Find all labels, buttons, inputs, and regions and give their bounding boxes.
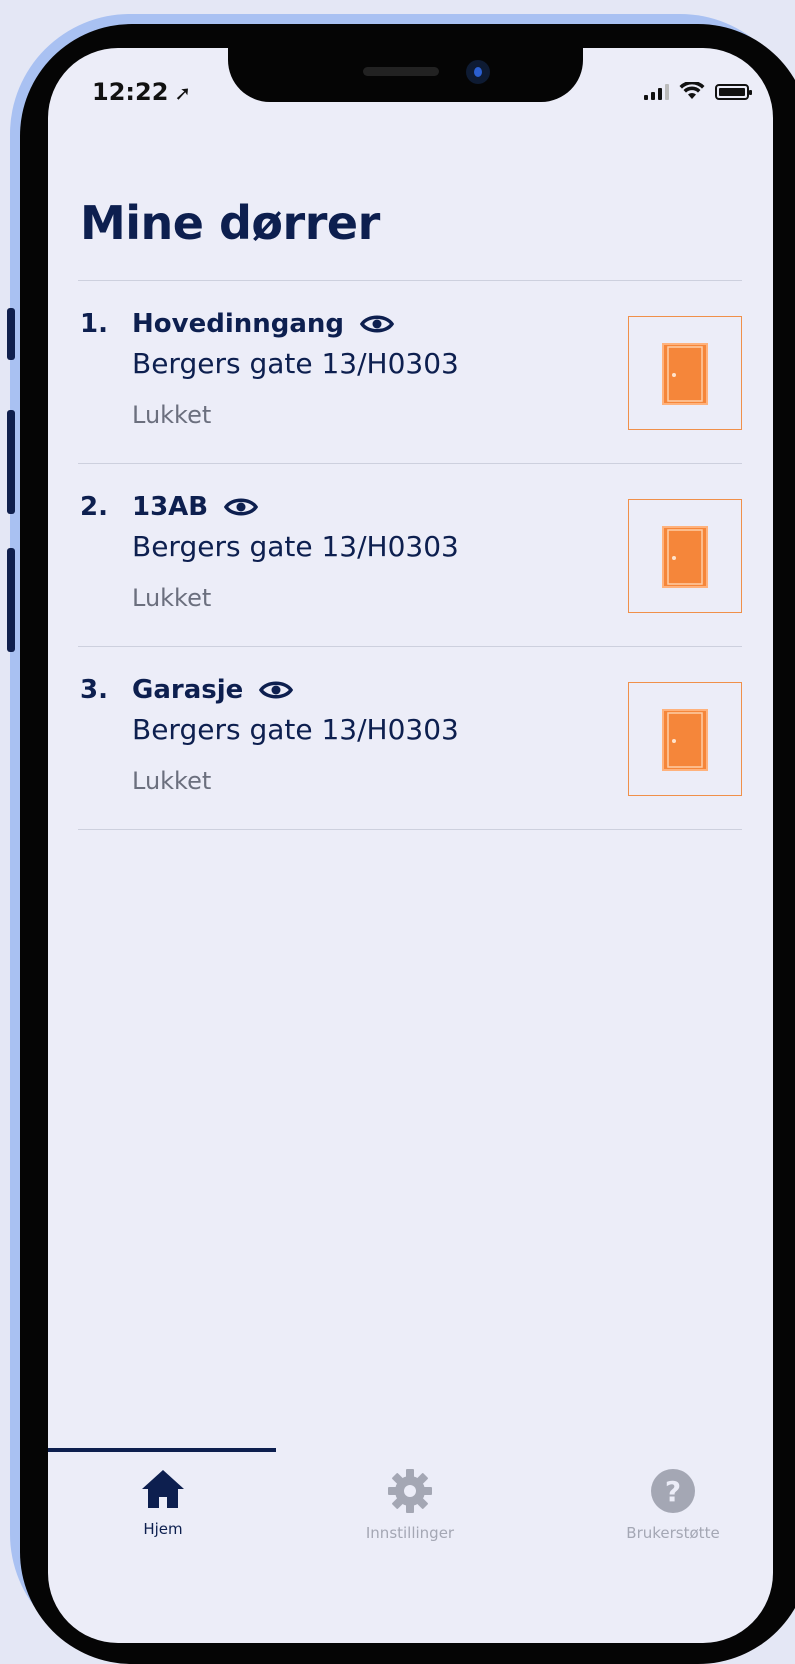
open-door-button[interactable] [628,682,742,796]
volume-down-button [7,548,15,652]
door-index: 1. [80,309,108,339]
clock-text: 12:22 [92,78,169,106]
door-name: Hovedinngang [132,309,345,339]
open-door-button[interactable] [628,316,742,430]
door-status: Lukket [132,767,212,795]
door-name-row: 13AB [132,492,259,522]
door-status: Lukket [132,401,212,429]
door-item-garasje: 3. Garasje Bergers gate 13/H0303 Lukket [78,647,742,829]
help-icon: ? [651,1469,695,1513]
gear-icon [388,1469,432,1513]
page-title: Mine dørrer [80,196,380,250]
door-icon [662,526,708,588]
door-address: Bergers gate 13/H0303 [132,713,459,746]
battery-icon [715,84,752,100]
door-index: 2. [80,492,108,522]
status-bar-icons [644,82,752,100]
tab-support[interactable]: ? Brukerstøtte [593,1468,753,1542]
wifi-icon [679,82,705,99]
eye-icon[interactable] [259,679,294,701]
door-name: 13AB [132,492,209,522]
door-name-row: Garasje [132,675,294,705]
volume-up-button [7,410,15,514]
tab-label: Hjem [143,1520,183,1538]
door-address: Bergers gate 13/H0303 [132,347,459,380]
door-list: 1. Hovedinngang Bergers gate 13/H0303 Lu… [78,280,742,830]
app-screen: 12:22 ➚ Mine dørrer 1. Hovedinngang Berge… [48,48,773,1643]
cellular-signal-icon [644,84,669,100]
front-camera [466,60,490,84]
open-door-button[interactable] [628,499,742,613]
door-address: Bergers gate 13/H0303 [132,530,459,563]
eye-icon[interactable] [224,496,259,518]
divider [78,829,742,830]
status-bar-time: 12:22 ➚ [92,78,191,106]
home-icon [142,1470,184,1508]
svg-text:?: ? [665,1475,681,1508]
door-name-row: Hovedinngang [132,309,395,339]
tab-label: Brukerstøtte [626,1524,720,1542]
door-icon [662,709,708,771]
mute-switch [7,308,15,360]
door-index: 3. [80,675,108,705]
door-name: Garasje [132,675,244,705]
door-icon [662,343,708,405]
tab-label: Innstillinger [365,1524,455,1542]
tab-settings[interactable]: Innstillinger [330,1468,490,1542]
eye-icon[interactable] [360,313,395,335]
notch [228,48,583,102]
tab-home[interactable]: Hjem [83,1468,243,1538]
active-tab-indicator [48,1448,276,1452]
location-arrow-icon: ➚ [174,81,192,105]
door-status: Lukket [132,584,212,612]
tab-bar: Hjem Innstillinger ? Brukerstøtte [48,1448,773,1643]
door-item-13ab: 2. 13AB Bergers gate 13/H0303 Lukket [78,464,742,646]
door-item-hovedinngang: 1. Hovedinngang Bergers gate 13/H0303 Lu… [78,281,742,463]
earpiece-speaker [363,67,439,76]
